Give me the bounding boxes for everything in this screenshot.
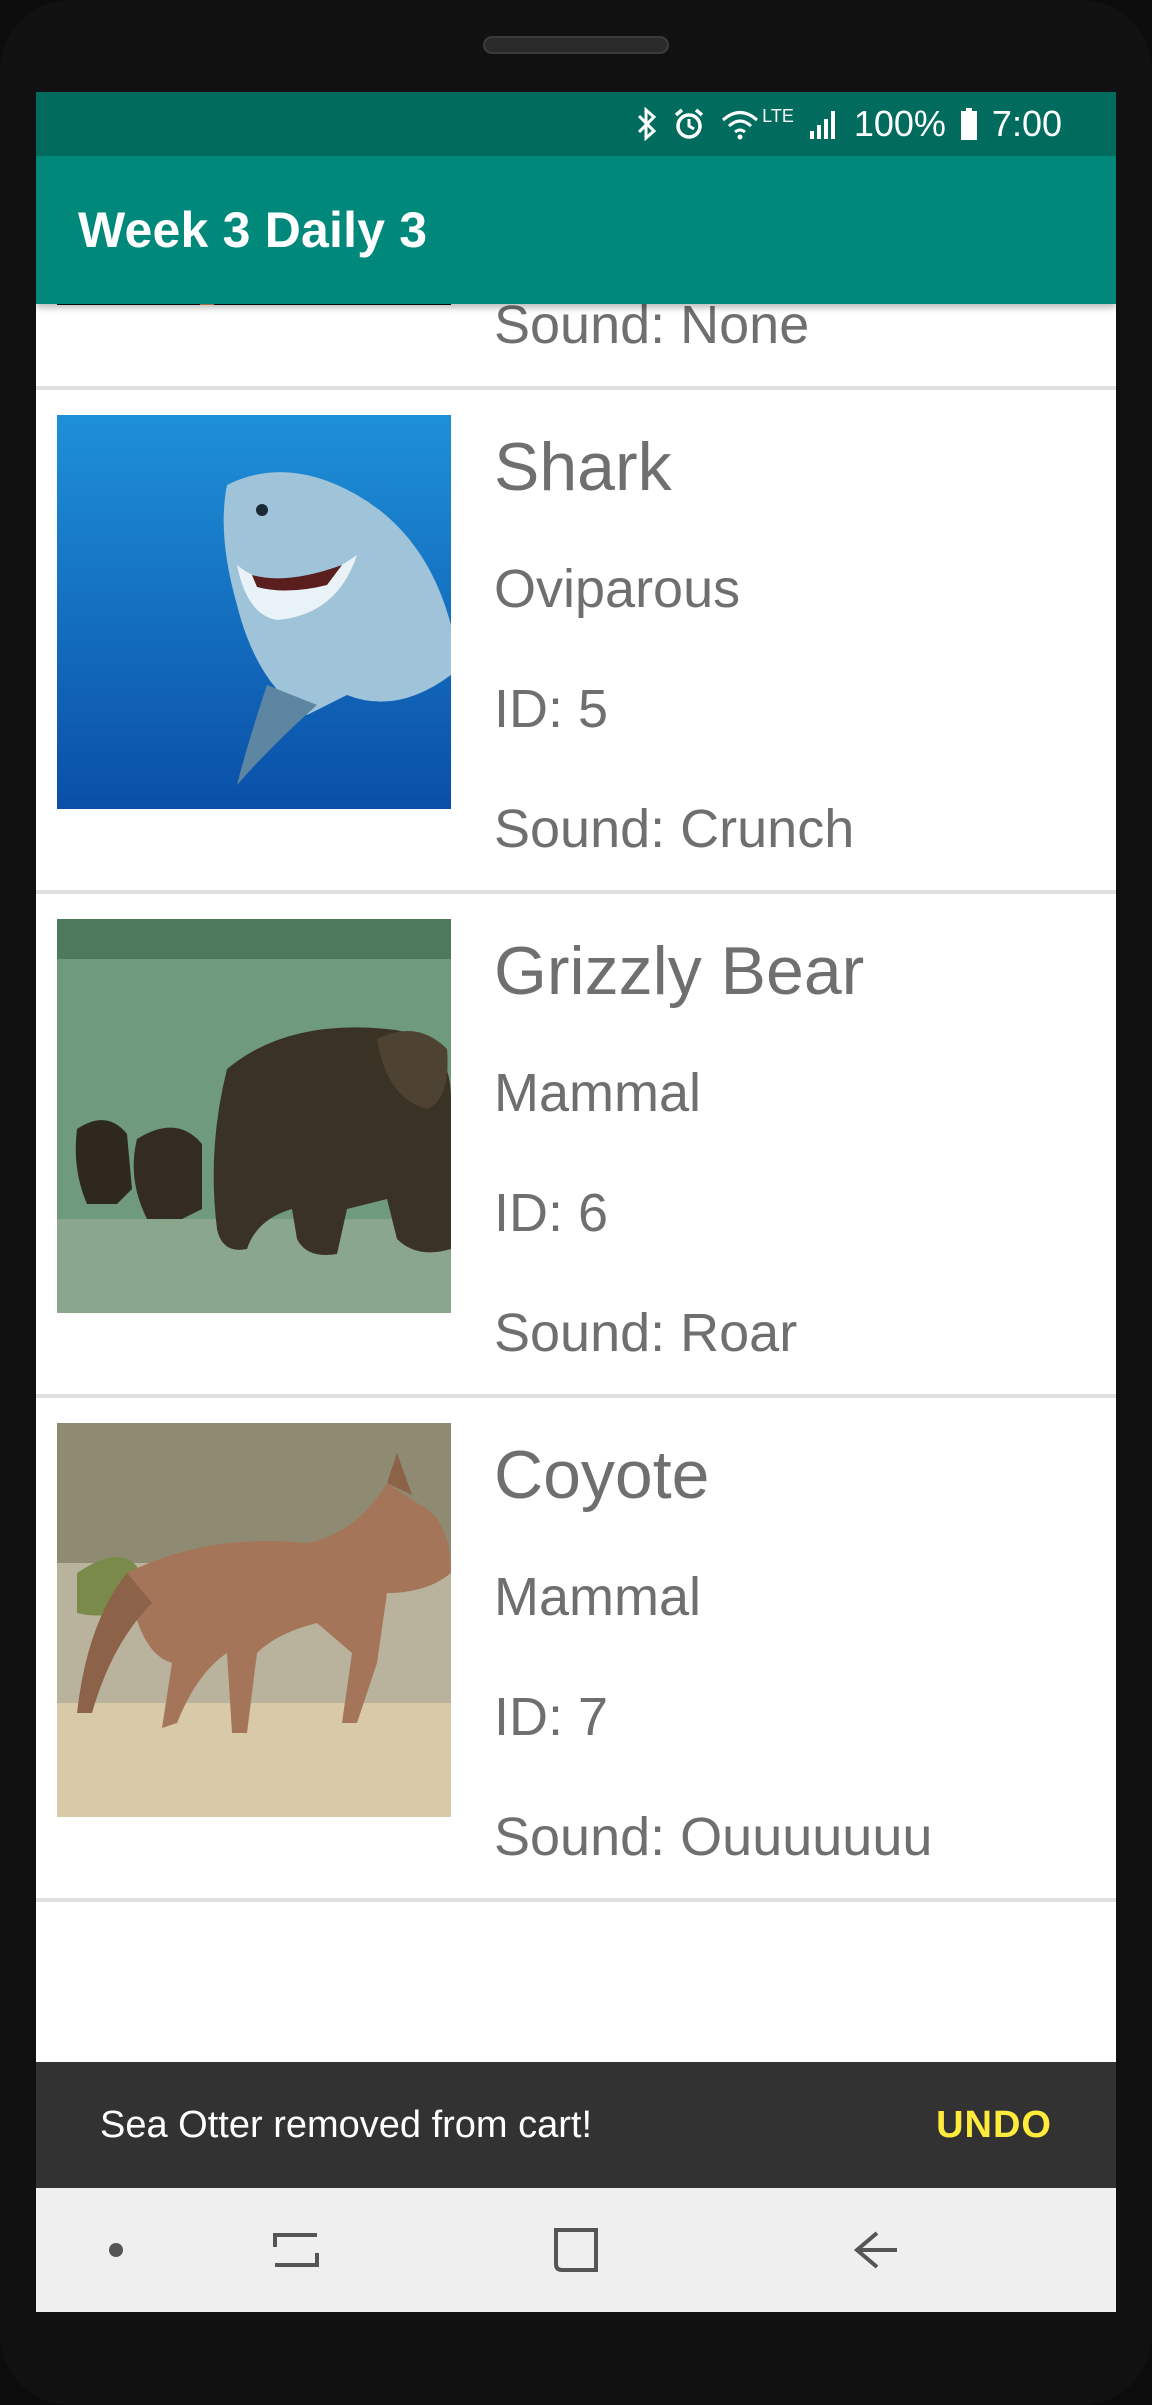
signal-icon [808,107,840,141]
animal-id: ID: 5 [494,679,609,739]
animal-name: Shark [494,429,672,505]
animal-list[interactable]: ID: 4 Sound: None [36,304,1116,2154]
animal-sound: Sound: Roar [494,1303,798,1363]
app-bar: Week 3 Daily 3 [36,156,1116,304]
speaker-grille [483,36,669,54]
list-item-grizzly-bear[interactable]: Grizzly Bear Mammal ID: 6 Sound: Roar [36,894,1116,1398]
coyote-photo [57,1423,451,1817]
alarm-icon [672,107,706,141]
animal-type: Oviparous [494,559,741,619]
animal-sound: Sound: Crunch [494,799,855,859]
animal-name: Grizzly Bear [494,933,865,1009]
dot-icon[interactable] [86,2188,146,2312]
bluetooth-icon [636,107,658,141]
app-title: Week 3 Daily 3 [78,202,428,258]
recents-icon[interactable] [236,2188,356,2312]
home-icon[interactable] [516,2188,636,2312]
wifi-icon [720,107,760,141]
seahorse-photo [57,304,451,305]
battery-percent: 100% [853,103,946,144]
animal-id: ID: 7 [494,1687,609,1747]
list-item-coyote[interactable]: Coyote Mammal ID: 7 Sound: Ouuuuuuu [36,1398,1116,1902]
network-type-label: LTE [762,105,794,126]
snackbar-message: Sea Otter removed from cart! [100,2103,593,2146]
back-icon[interactable] [816,2188,936,2312]
shark-photo [57,415,451,809]
animal-sound: Sound: Ouuuuuuu [494,1807,933,1867]
animal-sound: Sound: None [494,304,810,355]
grizzly-bear-photo [57,919,451,1313]
list-item-seahorse[interactable]: ID: 4 Sound: None [36,304,1116,390]
animal-name: Coyote [494,1437,710,1513]
phone-frame: LTE 100% 7:00 Week 3 Daily 3 Sound: None… [0,0,1152,2405]
clock: 7:00 [991,103,1062,144]
undo-button[interactable]: UNDO [936,2104,1052,2147]
list-item-shark[interactable]: Shark Oviparous ID: 5 Sound: Crunch [36,390,1116,894]
navigation-bar [36,2188,1116,2312]
animal-type: Mammal [494,1063,702,1123]
animal-type: Mammal [494,1567,702,1627]
status-bar: LTE 100% 7:00 [36,92,1116,156]
animal-id: ID: 6 [494,1183,609,1243]
battery-icon [960,107,978,141]
snackbar: Sea Otter removed from cart! UNDO [36,2062,1116,2188]
screen: LTE 100% 7:00 Week 3 Daily 3 Sound: None… [36,92,1116,2312]
